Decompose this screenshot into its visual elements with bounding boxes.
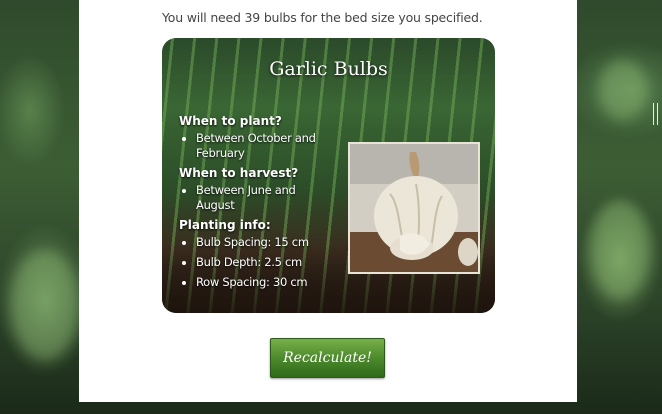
background-leaf bbox=[598, 60, 648, 120]
planting-info-list: Bulb Spacing: 15 cm Bulb Depth: 2.5 cm R… bbox=[179, 235, 329, 290]
list-item: Between October and February bbox=[196, 131, 329, 161]
scrollbar-handle[interactable] bbox=[653, 103, 658, 125]
garlic-photo bbox=[348, 142, 480, 274]
list-item: Row Spacing: 30 cm bbox=[196, 275, 329, 290]
card-title: Garlic Bulbs bbox=[269, 58, 388, 80]
plant-info-card: Garlic Bulbs When to plant? Between Octo… bbox=[162, 38, 495, 313]
bulb-count-message: You will need 39 bulbs for the bed size … bbox=[162, 10, 483, 25]
list-item: Between June and August bbox=[196, 183, 329, 213]
background-leaf bbox=[590, 200, 650, 300]
when-to-harvest-heading: When to harvest? bbox=[179, 166, 299, 180]
list-item: Bulb Depth: 2.5 cm bbox=[196, 255, 329, 270]
when-to-harvest-list: Between June and August bbox=[179, 183, 329, 213]
when-to-plant-list: Between October and February bbox=[179, 131, 329, 161]
background-leaf bbox=[10, 250, 80, 360]
list-item: Bulb Spacing: 15 cm bbox=[196, 235, 329, 250]
when-to-plant-heading: When to plant? bbox=[179, 114, 282, 128]
planting-info-heading: Planting info: bbox=[179, 218, 271, 232]
plant-info-details: When to plant? Between October and Febru… bbox=[179, 114, 329, 295]
content-panel: You will need 39 bulbs for the bed size … bbox=[79, 0, 577, 402]
recalculate-button[interactable]: Recalculate! bbox=[270, 338, 385, 378]
garlic-bulb-icon bbox=[350, 144, 478, 272]
